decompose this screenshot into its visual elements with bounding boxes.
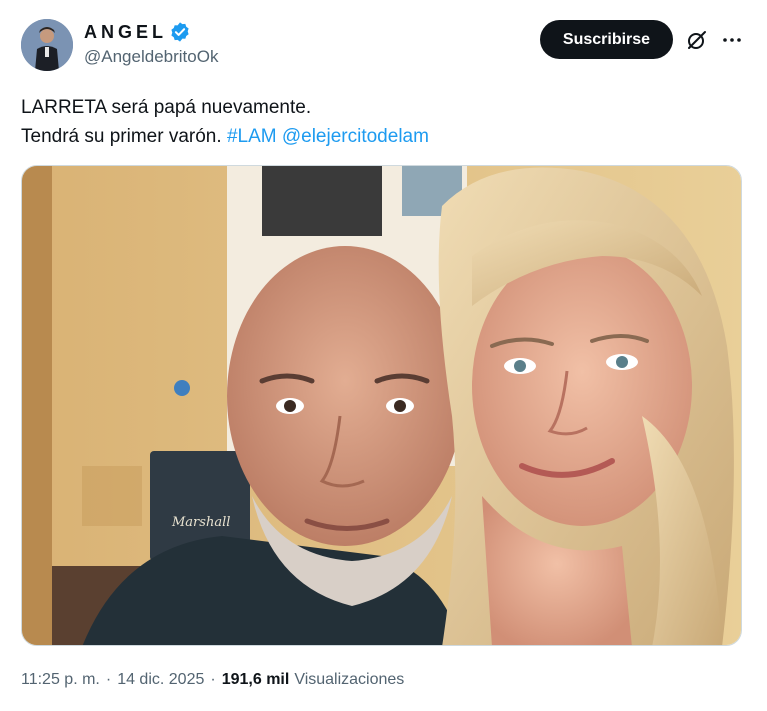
amp-brand-text: Marshall: [171, 515, 230, 530]
selfie-photo-image: Marshall: [22, 166, 741, 645]
tweet-line-2: Tendrá su primer varón. #LAM @elejercito…: [21, 122, 429, 151]
author-handle[interactable]: @AngeldebritoOk: [84, 47, 218, 67]
tweet-photo[interactable]: Marshall: [21, 165, 742, 646]
tweet-metadata: 11:25 p. m. · 14 dic. 2025 · 191,6 mil V…: [21, 671, 404, 689]
separator-dot: ·: [105, 671, 112, 688]
tweet-time[interactable]: 11:25 p. m.: [21, 671, 100, 689]
grok-icon[interactable]: [685, 28, 709, 52]
views-count: 191,6 mil: [221, 671, 290, 688]
verified-badge-icon: [171, 22, 189, 42]
more-icon[interactable]: [720, 28, 744, 52]
mention-link[interactable]: @elejercitodelam: [282, 126, 429, 147]
subscribe-button[interactable]: Suscribirse: [540, 20, 673, 59]
tweet-text: LARRETA será papá nuevamente. Tendrá su …: [21, 93, 429, 151]
tweet-line-2-text: Tendrá su primer varón.: [21, 126, 222, 147]
hashtag-link[interactable]: #LAM: [227, 126, 277, 147]
avatar[interactable]: [21, 19, 73, 71]
author-display-name[interactable]: ANGEL: [84, 22, 167, 43]
views-label: Visualizaciones: [294, 671, 405, 688]
tweet-date[interactable]: 14 dic. 2025: [117, 671, 204, 689]
author-name-row[interactable]: ANGEL: [84, 20, 191, 44]
tweet-line-1: LARRETA será papá nuevamente.: [21, 97, 312, 118]
separator-dot: ·: [210, 671, 216, 688]
